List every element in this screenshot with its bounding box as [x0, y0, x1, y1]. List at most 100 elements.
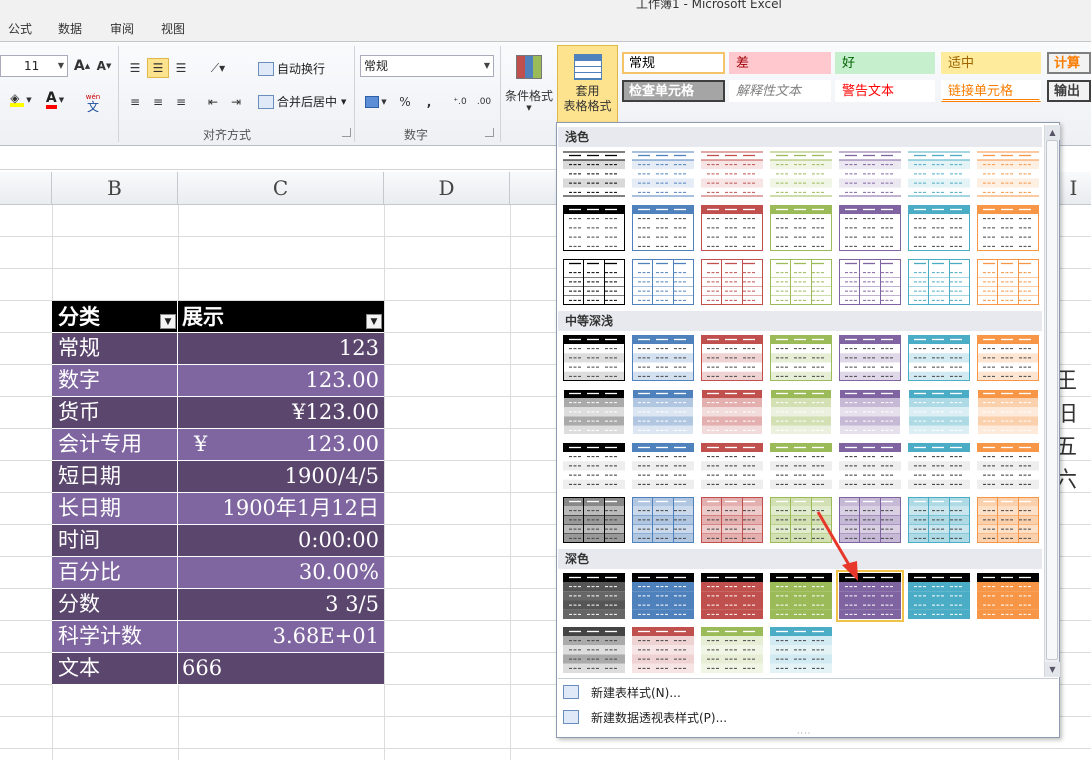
fill-color-button[interactable]: ◈ ▼ [4, 90, 38, 110]
category-cell[interactable]: 常规 [52, 333, 178, 365]
table-style-swatch[interactable] [701, 335, 763, 381]
scroll-down-icon[interactable]: ▼ [1045, 662, 1060, 677]
table-style-swatch[interactable] [839, 443, 901, 489]
table-style-swatch[interactable] [701, 497, 763, 543]
font-color-button[interactable]: A ▼ [40, 90, 70, 110]
align-left-icon[interactable]: ≡ [125, 92, 145, 112]
new-table-style-item[interactable]: 新建表样式(N)... [563, 681, 681, 703]
table-style-swatch[interactable] [770, 335, 832, 381]
category-cell[interactable]: 科学计数 [52, 621, 178, 653]
table-style-swatch[interactable] [563, 573, 625, 619]
comma-button[interactable]: , [420, 92, 438, 112]
table-style-swatch[interactable] [977, 443, 1039, 489]
align-right-icon[interactable]: ≡ [171, 92, 191, 112]
table-style-swatch[interactable] [701, 443, 763, 489]
increase-indent-icon[interactable]: ⇥ [226, 92, 246, 112]
tab-data[interactable]: 数据 [58, 20, 82, 37]
table-style-swatch[interactable] [977, 389, 1039, 435]
font-size-combo[interactable]: 11 ▼ [0, 55, 68, 77]
value-cell[interactable]: 123 [178, 333, 384, 365]
scroll-up-icon[interactable]: ▲ [1045, 125, 1060, 140]
table-style-swatch[interactable] [908, 443, 970, 489]
table-style-swatch[interactable] [839, 259, 901, 305]
value-cell[interactable]: 666 [178, 653, 384, 685]
cell-style-6[interactable]: 解释性文本 [729, 80, 831, 102]
table-style-swatch[interactable] [701, 389, 763, 435]
tab-formulas[interactable]: 公式 [8, 20, 32, 37]
value-cell[interactable]: 1900/4/5 [178, 461, 384, 493]
table-style-swatch[interactable] [977, 259, 1039, 305]
decrease-indent-icon[interactable]: ⇤ [203, 92, 223, 112]
value-cell[interactable]: 0:00:00 [178, 525, 384, 557]
table-style-swatch[interactable] [563, 205, 625, 251]
number-launcher-icon[interactable] [485, 128, 494, 137]
table-style-swatch[interactable] [632, 259, 694, 305]
table-style-swatch[interactable] [632, 389, 694, 435]
table-style-swatch[interactable] [908, 497, 970, 543]
format-as-table-button[interactable]: 套用 表格格式 [557, 45, 618, 123]
value-cell[interactable]: 3 3/5 [178, 589, 384, 621]
table-style-swatch[interactable] [839, 151, 901, 197]
table-style-swatch[interactable] [770, 497, 832, 543]
table-style-swatch[interactable] [563, 259, 625, 305]
tab-review[interactable]: 审阅 [110, 20, 134, 37]
table-style-swatch[interactable] [908, 389, 970, 435]
wrap-text-button[interactable]: 自动换行 [258, 60, 325, 77]
cell-style-1[interactable]: 差 [729, 52, 831, 74]
tab-view[interactable]: 视图 [161, 20, 185, 37]
align-top-icon[interactable]: ☰ [125, 58, 145, 78]
table-style-swatch[interactable] [908, 205, 970, 251]
resize-grip-icon[interactable]: ···· [797, 729, 811, 738]
table-style-swatch[interactable] [977, 205, 1039, 251]
value-cell[interactable]: 123.00 [178, 365, 384, 397]
value-cell[interactable]: 1900年1月12日 [178, 493, 384, 525]
shrink-font-button[interactable]: A ▼ [94, 56, 114, 76]
table-style-swatch[interactable] [908, 151, 970, 197]
table-style-swatch[interactable] [701, 205, 763, 251]
cell-style-3[interactable]: 适中 [941, 52, 1041, 74]
gallery-scrollbar[interactable]: ▲ ▼ [1044, 125, 1060, 677]
table-style-swatch[interactable] [908, 259, 970, 305]
category-cell[interactable]: 长日期 [52, 493, 178, 525]
value-cell[interactable]: ¥123.00 [178, 429, 384, 461]
table-style-swatch[interactable] [632, 497, 694, 543]
table-style-swatch[interactable] [977, 573, 1039, 619]
scroll-thumb[interactable] [1046, 140, 1058, 660]
table-style-swatch[interactable] [563, 627, 625, 673]
merge-center-button[interactable]: 合并后居中 ▼ [258, 93, 346, 110]
table-style-swatch[interactable] [701, 573, 763, 619]
category-cell[interactable]: 分数 [52, 589, 178, 621]
grow-font-button[interactable]: A ▲ [72, 56, 92, 76]
table-style-swatch[interactable] [632, 205, 694, 251]
filter-dropdown-icon[interactable]: ▼ [366, 314, 382, 329]
column-header-B[interactable]: B [52, 172, 178, 205]
table-style-swatch[interactable] [770, 573, 832, 619]
column-header-A[interactable] [0, 172, 52, 205]
cell-style-7[interactable]: 警告文本 [835, 80, 935, 102]
formula-bar[interactable] [0, 146, 560, 170]
table-style-swatch[interactable] [563, 497, 625, 543]
value-cell[interactable]: ¥123.00 [178, 397, 384, 429]
table-style-swatch[interactable] [632, 151, 694, 197]
filter-dropdown-icon[interactable]: ▼ [160, 314, 176, 329]
table-style-swatch[interactable] [770, 389, 832, 435]
category-cell[interactable]: 数字 [52, 365, 178, 397]
percent-button[interactable]: % [396, 92, 414, 112]
align-center-icon[interactable]: ≡ [148, 92, 168, 112]
table-style-swatch[interactable] [632, 335, 694, 381]
table-style-swatch[interactable] [977, 335, 1039, 381]
value-cell[interactable]: 30.00% [178, 557, 384, 589]
cell-style-0[interactable]: 常规 [622, 52, 725, 74]
cell-style-9[interactable]: 输出 [1047, 80, 1091, 102]
table-style-swatch[interactable] [701, 151, 763, 197]
table-style-swatch[interactable] [770, 443, 832, 489]
table-style-swatch[interactable] [839, 389, 901, 435]
category-cell[interactable]: 会计专用 [52, 429, 178, 461]
table-style-swatch[interactable] [632, 573, 694, 619]
category-cell[interactable]: 文本 [52, 653, 178, 685]
category-cell[interactable]: 短日期 [52, 461, 178, 493]
category-cell[interactable]: 时间 [52, 525, 178, 557]
number-format-combo[interactable]: 常规 ▼ [360, 55, 494, 77]
align-bottom-icon[interactable]: ☰ [171, 58, 191, 78]
table-style-swatch[interactable] [836, 570, 904, 622]
